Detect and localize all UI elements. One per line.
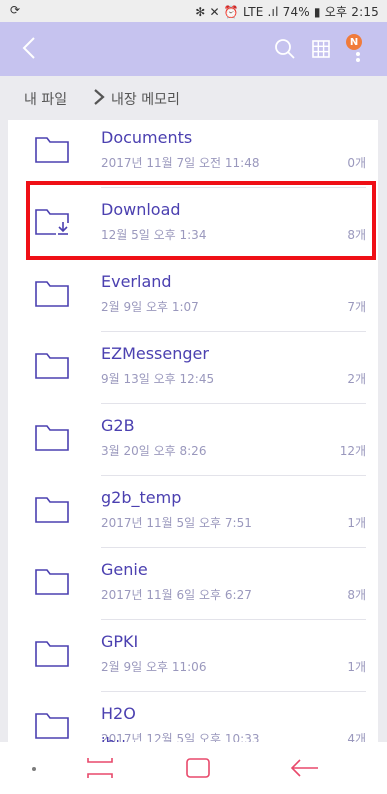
folder-icon <box>34 638 70 668</box>
file-date: 2월 9일 오후 1:07 <box>101 300 199 314</box>
list-item[interactable]: G2B 3월 20일 오후 8:26 12개 <box>8 404 378 476</box>
folder-icon <box>34 134 70 164</box>
file-count: 1개 <box>347 660 366 674</box>
file-name: EZMessenger <box>101 344 209 363</box>
app-toolbar: N <box>0 22 387 76</box>
file-date: 2017년 11월 6일 오후 6:27 <box>101 588 252 602</box>
status-indicators: ✻ ✕ ⏰ LTE .ıl 74% ▮ 오후 2:15 <box>195 3 379 20</box>
file-date: 9월 13일 오후 12:45 <box>101 372 215 386</box>
download-folder-icon <box>34 206 70 236</box>
list-item[interactable]: GPKI 2월 9일 오후 11:06 1개 <box>8 620 378 692</box>
folder-icon <box>34 494 70 524</box>
file-date: 2017년 11월 5일 오후 7:51 <box>101 516 252 530</box>
file-name: g2b_temp <box>101 488 182 507</box>
list-item[interactable]: Documents 2017년 11월 7일 오전 11:48 0개 <box>8 120 378 188</box>
file-date: 2017년 11월 7일 오전 11:48 <box>101 156 260 170</box>
search-icon[interactable] <box>270 34 300 64</box>
clock: 오후 2:15 <box>324 5 379 19</box>
notification-badge: N <box>346 34 362 50</box>
file-count: 8개 <box>347 588 366 602</box>
list-item[interactable]: g2b_temp 2017년 11월 5일 오후 7:51 1개 <box>8 476 378 548</box>
file-name: Download <box>101 200 181 219</box>
file-count: 7개 <box>347 300 366 314</box>
file-count: 0개 <box>347 156 366 170</box>
list-item[interactable]: EZMessenger 9월 13일 오후 12:45 2개 <box>8 332 378 404</box>
battery-icon: ▮ <box>313 5 321 19</box>
breadcrumb: 내 파일 내장 메모리 <box>0 76 387 120</box>
file-count: 8개 <box>347 228 366 242</box>
status-icons: ✻ ✕ ⏰ LTE .ıl <box>195 5 279 19</box>
file-date: 12월 5일 오후 1:34 <box>101 228 207 242</box>
file-name: GPKI <box>101 632 139 651</box>
file-count: 2개 <box>347 372 366 386</box>
chevron-left-icon[interactable] <box>14 30 54 66</box>
navigation-bar <box>0 742 387 794</box>
battery-level: 74% <box>282 5 310 19</box>
file-count: 1개 <box>347 516 366 530</box>
file-list: Documents 2017년 11월 7일 오전 11:48 0개 Downl… <box>8 120 378 742</box>
folder-icon <box>34 278 70 308</box>
more-options-icon[interactable]: N <box>340 30 376 66</box>
back-arrow-icon[interactable] <box>284 753 324 783</box>
folder-icon <box>34 566 70 596</box>
list-item[interactable]: Everland 2월 9일 오후 1:07 7개 <box>8 260 378 332</box>
chevron-right-icon <box>92 88 106 106</box>
file-name: Everland <box>101 272 172 291</box>
breadcrumb-home[interactable]: 내 파일 <box>24 89 67 109</box>
file-name: G2B <box>101 416 135 435</box>
file-name: Documents <box>101 128 193 147</box>
list-item[interactable]: Download 12월 5일 오후 1:34 8개 <box>8 188 378 260</box>
breadcrumb-current: 내장 메모리 <box>111 92 180 108</box>
file-name: Genie <box>101 560 148 579</box>
file-date: 3월 20일 오후 8:26 <box>101 444 207 458</box>
folder-icon <box>34 422 70 452</box>
grid-view-icon[interactable] <box>306 34 336 64</box>
recent-apps-icon[interactable] <box>80 753 120 783</box>
file-name: ibu <box>101 734 126 742</box>
folder-icon <box>34 350 70 380</box>
file-name: H2O <box>101 704 136 723</box>
dot-indicator <box>32 767 36 771</box>
file-date: 2월 9일 오후 11:06 <box>101 660 207 674</box>
list-item[interactable]: Genie 2017년 11월 6일 오후 6:27 8개 <box>8 548 378 620</box>
list-item[interactable]: ibu <box>8 722 378 742</box>
home-icon[interactable] <box>178 753 218 783</box>
file-count: 12개 <box>339 444 366 458</box>
status-bar: ⟳ ✻ ✕ ⏰ LTE .ıl 74% ▮ 오후 2:15 <box>0 0 387 22</box>
sync-icon: ⟳ <box>10 3 21 17</box>
